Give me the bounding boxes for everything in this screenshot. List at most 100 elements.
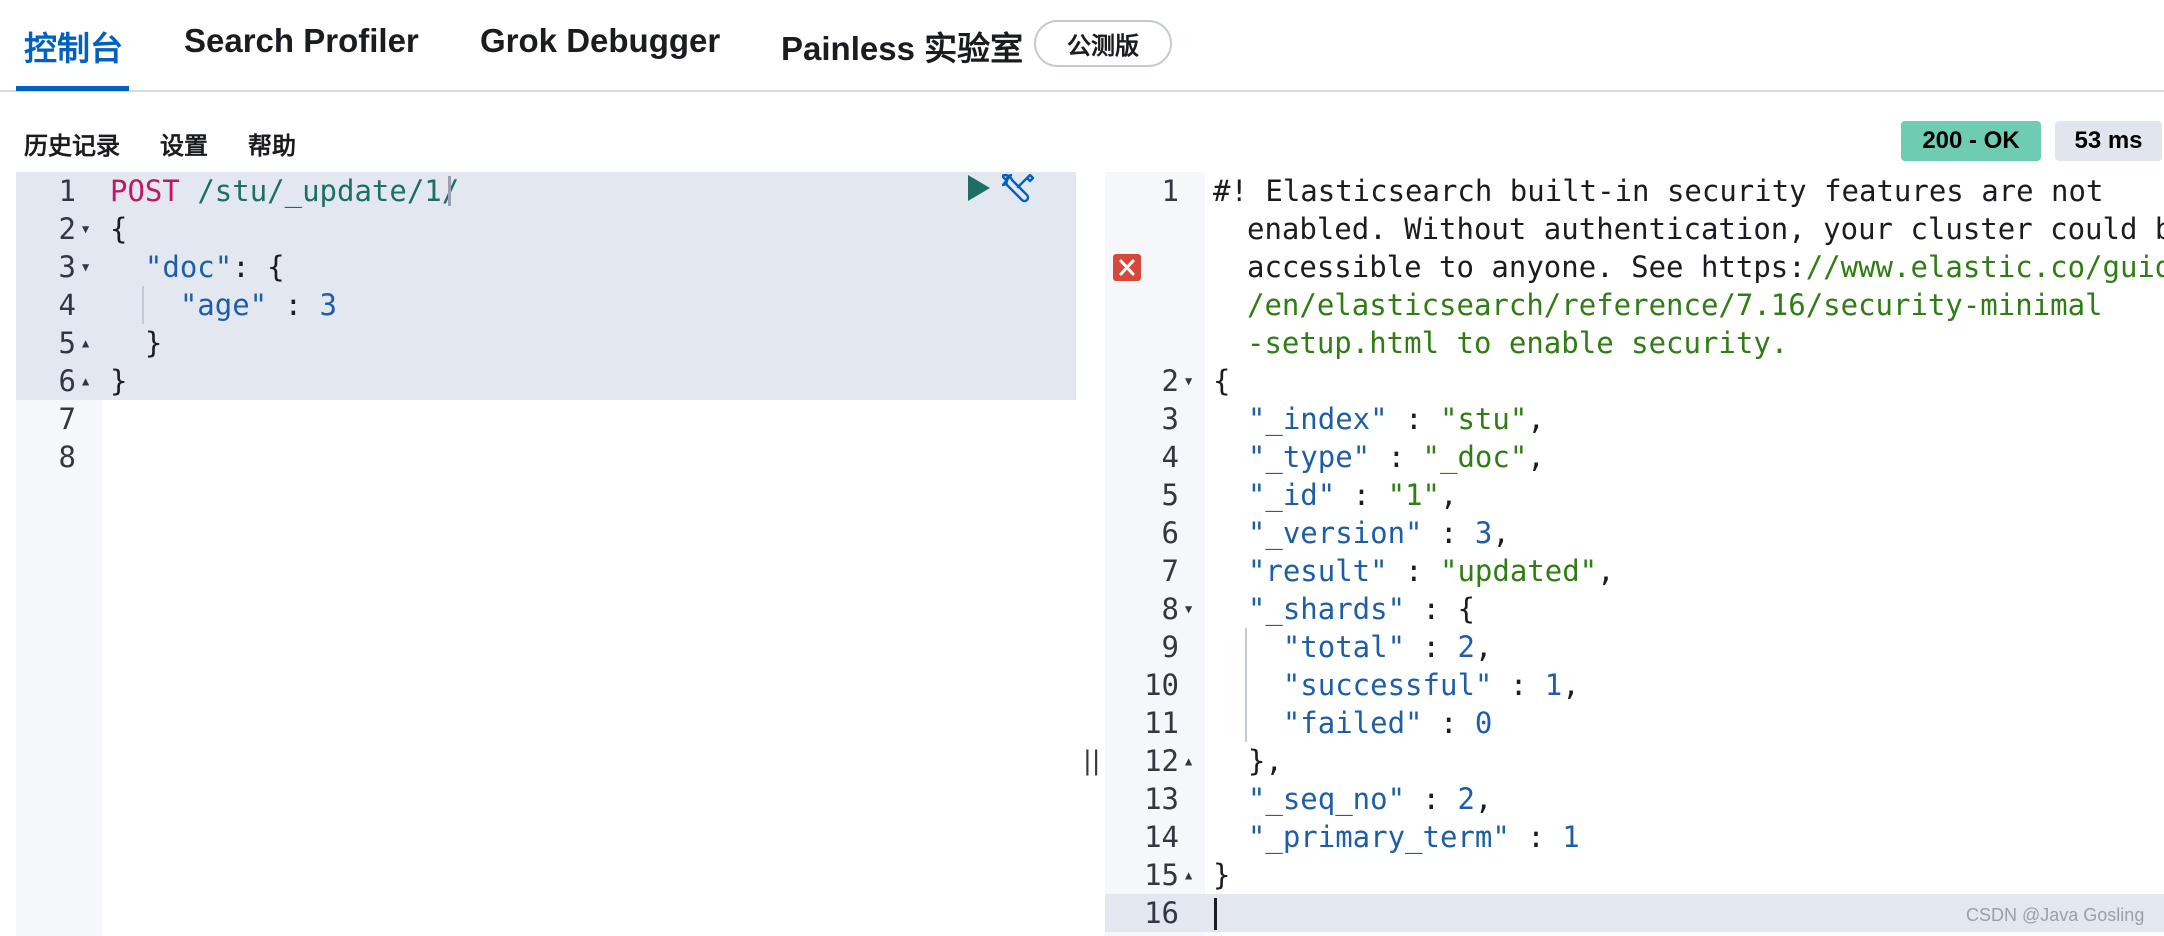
request-url: /stu/_update/1/ [197,174,460,208]
warning-line: accessible to anyone. See https://www.el… [1247,248,2164,286]
fold-arrow-icon[interactable]: ▼ [1185,374,1192,388]
warning-line: #! Elasticsearch built-in security featu… [1213,174,2104,208]
error-icon[interactable] [1113,254,1141,281]
wrench-icon[interactable] [1002,172,1036,206]
json-punct: : [267,288,320,322]
text-cursor [448,176,451,206]
line-number: 4 [58,288,76,322]
line-number: 3 [58,250,76,284]
json-key: "successful" [1282,668,1493,702]
json-string: "stu" [1440,402,1528,436]
json-key: "_id" [1247,478,1336,512]
json-number: 2 [1457,630,1475,664]
code-line: "_id" : "1", [1247,478,1458,512]
response-viewer[interactable]: 1 2 3 4 5 6 7 8 9 10 11 12 13 14 15 16 ▼… [1105,172,2164,936]
json-punct: : { [232,250,285,284]
json-number: 2 [1457,782,1475,816]
line-number: 12 [1144,744,1179,778]
warning-text: accessible to anyone. See https: [1247,250,1806,284]
code-line: "total" : 2, [1282,630,1493,664]
fold-arrow-icon[interactable]: ▲ [82,336,89,350]
code-line: "_version" : 3, [1247,516,1510,550]
json-key: "_index" [1247,402,1388,436]
code-line: { [110,212,128,246]
help-link[interactable]: 帮助 [248,126,296,161]
json-key: "age" [179,288,268,322]
play-icon[interactable] [968,175,990,201]
code-line: }, [1213,742,1283,780]
line-number: 7 [58,402,76,436]
code-line: } [1213,858,1231,892]
close-icon [1119,259,1135,276]
code-line: "_type" : "_doc", [1247,440,1545,474]
json-string: "1" [1387,478,1441,512]
line-number: 5 [1161,478,1179,512]
code-line: "doc": { [110,248,285,286]
code-line: } [110,364,128,398]
json-number: 1 [1544,668,1563,702]
fold-arrow-icon[interactable]: ▲ [1185,754,1192,768]
line-number: 8 [58,440,76,474]
warning-line: -setup.html to enable security. [1247,326,1789,360]
tab-search-profiler[interactable]: Search Profiler [184,22,419,60]
code-line: "successful" : 1, [1282,668,1580,702]
code-line: "_index" : "stu", [1247,402,1545,436]
line-number: 9 [1161,630,1179,664]
tab-grok-debugger[interactable]: Grok Debugger [480,22,720,60]
code-line: POST /stu/_update/1/ [110,172,459,210]
line-number: 4 [1161,440,1179,474]
resize-handle-icon[interactable]: || [1083,746,1101,776]
tab-painless-lab[interactable]: Painless 实验室 [781,22,1023,70]
history-link[interactable]: 历史记录 [24,126,120,161]
fold-arrow-icon[interactable]: ▼ [82,260,89,274]
line-number: 1 [1161,174,1179,208]
code-line: "_seq_no" : 2, [1247,782,1493,816]
code-line: "failed" : 0 [1282,706,1493,740]
code-line: "_primary_term" : 1 [1247,820,1580,854]
line-number: 8 [1161,592,1179,626]
warning-line: /en/elasticsearch/reference/7.16/securit… [1247,288,2103,322]
text-cursor [1214,898,1217,930]
line-number: 11 [1144,706,1179,740]
code-line: "_shards" : { [1247,592,1475,626]
line-number: 7 [1161,554,1179,588]
line-number: 13 [1144,782,1179,816]
json-key: "_primary_term" [1247,820,1510,854]
line-number: 6 [58,364,76,398]
json-key: "_seq_no" [1247,782,1406,816]
json-number: 0 [1474,706,1493,740]
json-number: 1 [1562,820,1580,854]
status-badge: 200 - OK [1901,121,2041,161]
beta-badge: 公测版 [1034,20,1172,67]
code-line: "age" : 3 [110,286,337,324]
settings-link[interactable]: 设置 [160,126,208,161]
active-tab-indicator [16,86,129,91]
json-key: "total" [1282,630,1406,664]
http-method: POST [110,174,180,208]
json-key: "result" [1247,554,1388,588]
warning-line: enabled. Without authentication, your cl… [1247,212,2164,246]
line-number: 3 [1161,402,1179,436]
warning-link: //www.elastic.co/guide [1805,250,2164,284]
line-number: 6 [1161,516,1179,550]
json-number: 3 [319,288,338,322]
fold-arrow-icon[interactable]: ▼ [1185,602,1192,616]
code-line: "result" : "updated", [1247,554,1615,588]
code-line: { [1213,364,1231,398]
fold-arrow-icon[interactable]: ▲ [1185,868,1192,882]
request-editor[interactable]: 1 2 3 4 5 6 7 8 ▼ ▼ ▲ ▲ POST /stu/_updat… [16,172,1076,936]
line-number: 2 [1161,364,1179,398]
line-number: 1 [58,174,76,208]
fold-arrow-icon[interactable]: ▲ [82,374,89,388]
json-key: "_type" [1247,440,1371,474]
line-number: 15 [1144,858,1179,892]
watermark: CSDN @Java Gosling [1966,905,2145,925]
line-number: 16 [1144,896,1179,930]
json-number: 3 [1474,516,1493,550]
line-number: 10 [1144,668,1179,702]
json-punct: }, [1247,744,1283,778]
json-punct: } [144,326,163,360]
tab-console[interactable]: 控制台 [24,22,123,70]
fold-arrow-icon[interactable]: ▼ [82,222,89,236]
duration-badge: 53 ms [2055,121,2162,161]
